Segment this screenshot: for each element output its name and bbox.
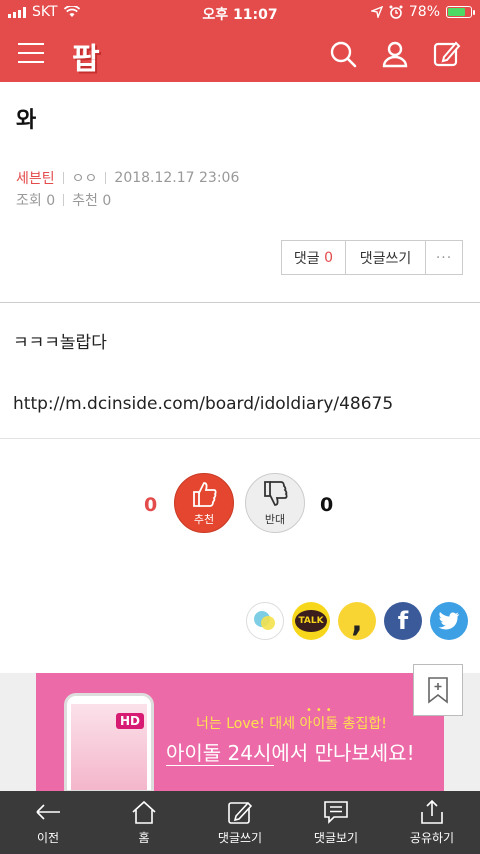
pencil-icon bbox=[228, 801, 253, 824]
comment-label: 댓글 bbox=[293, 250, 320, 267]
nav-home[interactable]: 홈 bbox=[96, 791, 192, 854]
divider bbox=[0, 302, 480, 303]
nav-write-comment[interactable]: 댓글쓰기 bbox=[192, 791, 288, 854]
recommend-count: 추천 0 bbox=[72, 193, 112, 209]
write-icon[interactable] bbox=[432, 39, 462, 69]
battery-icon bbox=[446, 6, 475, 18]
ad-headline: 너는 Love! 대세 아이돌 총집합! bbox=[196, 716, 387, 732]
nav-label: 홈 bbox=[138, 831, 150, 845]
header-actions bbox=[328, 39, 462, 69]
comment-button[interactable]: 댓글 0 bbox=[282, 241, 346, 274]
status-right: 78% bbox=[370, 4, 475, 20]
ad-phone-image bbox=[64, 693, 154, 791]
search-icon[interactable] bbox=[328, 39, 358, 69]
divider bbox=[62, 172, 64, 184]
ad-banner[interactable]: HD ••• 너는 Love! 대세 아이돌 총집합! 아이돌 24시에서 만나… bbox=[36, 673, 444, 791]
write-comment-button[interactable]: 댓글쓰기 bbox=[346, 241, 426, 274]
nav-view-comments[interactable]: 댓글보기 bbox=[288, 791, 384, 854]
kakaotalk-share-button[interactable]: TALK bbox=[292, 602, 330, 640]
nav-back[interactable]: 이전 bbox=[0, 791, 96, 854]
ad-hd-badge: HD bbox=[116, 713, 145, 729]
post-body: ㅋㅋㅋ놀랍다 bbox=[13, 333, 107, 353]
status-bar: SKT 오후 11:07 78% bbox=[0, 0, 480, 26]
view-count: 조회 0 bbox=[16, 193, 56, 209]
app-logo[interactable]: 팝 bbox=[72, 34, 100, 78]
location-icon bbox=[370, 6, 383, 18]
downvote-button[interactable]: 반대 bbox=[245, 473, 305, 533]
upvote-button[interactable]: 추천 bbox=[174, 473, 234, 533]
downvote-count: 0 bbox=[320, 494, 334, 516]
comment-icon bbox=[324, 801, 348, 824]
app-header: 팝 bbox=[0, 26, 480, 82]
upvote-label: 추천 bbox=[193, 513, 215, 526]
downvote-label: 반대 bbox=[264, 513, 286, 526]
thumbs-down-icon bbox=[264, 481, 288, 506]
kakaotalk-icon: TALK bbox=[295, 610, 327, 632]
facebook-icon: f bbox=[397, 607, 409, 635]
user-icon[interactable] bbox=[380, 39, 410, 69]
more-button[interactable]: ··· bbox=[426, 241, 462, 274]
kakaostory-icon bbox=[254, 611, 275, 630]
alarm-icon bbox=[389, 5, 403, 19]
comma-icon: , bbox=[351, 603, 363, 639]
post-author[interactable]: 세븐틴 bbox=[16, 168, 55, 188]
divider bbox=[0, 438, 480, 439]
post-meta: 세븐틴 ㅇㅇ 2018.12.17 23:06 bbox=[16, 168, 239, 188]
bookmark-button[interactable] bbox=[413, 664, 463, 716]
nav-label: 공유하기 bbox=[409, 831, 455, 845]
bottom-nav: 이전 홈 댓글쓰기 댓글보기 공유하기 bbox=[0, 791, 480, 854]
twitter-icon bbox=[438, 612, 459, 630]
post-stats: 조회 0 추천 0 bbox=[16, 190, 111, 210]
comma-share-button[interactable]: , bbox=[338, 602, 376, 640]
post-title: 와 bbox=[16, 108, 37, 133]
nav-label: 이전 bbox=[36, 831, 60, 845]
nav-label: 댓글보기 bbox=[313, 831, 359, 845]
nav-share[interactable]: 공유하기 bbox=[384, 791, 480, 854]
home-icon bbox=[132, 800, 156, 824]
upvote-count: 0 bbox=[144, 494, 158, 516]
post-action-buttons: 댓글 0 댓글쓰기 ··· bbox=[281, 240, 463, 275]
kakaostory-share-button[interactable] bbox=[246, 602, 284, 640]
battery-percent: 78% bbox=[408, 4, 440, 20]
bookmark-add-icon bbox=[428, 677, 448, 704]
ad-subline: 아이돌 24시에서 만나보세요! bbox=[166, 741, 415, 765]
nav-label: 댓글쓰기 bbox=[217, 831, 263, 845]
post-date: 2018.12.17 23:06 bbox=[114, 170, 240, 186]
facebook-share-button[interactable]: f bbox=[384, 602, 422, 640]
thumbs-up-icon bbox=[193, 482, 217, 507]
share-icon bbox=[421, 799, 443, 824]
share-buttons: TALK , f bbox=[246, 602, 468, 640]
comment-count: 0 bbox=[324, 249, 334, 266]
post-link[interactable]: http://m.dcinside.com/board/idoldiary/48… bbox=[13, 394, 393, 414]
ad-underline bbox=[166, 765, 274, 766]
arrow-left-icon bbox=[36, 804, 60, 820]
battery-level bbox=[448, 8, 466, 16]
divider bbox=[63, 194, 65, 206]
divider bbox=[105, 172, 107, 184]
twitter-share-button[interactable] bbox=[430, 602, 468, 640]
post-nickname: ㅇㅇ bbox=[71, 171, 98, 187]
menu-icon[interactable] bbox=[18, 43, 44, 65]
